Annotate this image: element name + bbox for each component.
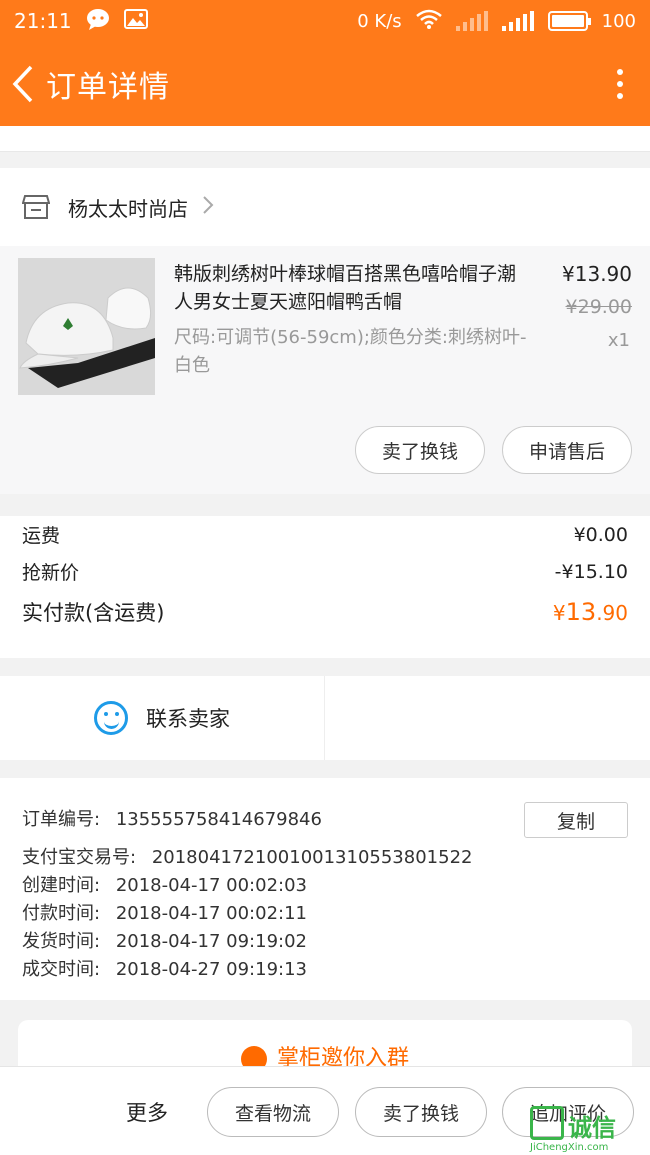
alipay-value: 2018041721001001310553801522	[151, 847, 473, 868]
shipped-value: 2018-04-17 09:19:02	[115, 931, 307, 952]
shipping-label: 运费	[22, 525, 61, 547]
paid-label: 付款时间:	[22, 903, 101, 924]
invite-section: 掌柜邀你入群	[0, 1002, 650, 1080]
more-dots-icon	[617, 69, 623, 75]
order-number-value: 1355557584146798​46	[115, 809, 322, 830]
sell-button[interactable]: 卖了换钱	[355, 426, 485, 474]
wifi-icon	[415, 9, 442, 34]
watermark-box-icon	[530, 1106, 564, 1140]
signal-icon-sim2	[501, 11, 534, 31]
discount-label: 抢新价	[22, 562, 80, 584]
total-currency: ¥	[552, 601, 566, 625]
fee-summary: 运费 ¥0.00 抢新价 -¥15.10 实付款(含运费) ¥13.90	[0, 516, 650, 658]
product-quantity: x1	[607, 330, 630, 351]
shipping-row: 运费 ¥0.00	[22, 516, 628, 553]
created-value: 2018-04-17 00:02:03	[115, 875, 307, 896]
paid-value: 2018-04-17 00:02:11	[115, 903, 307, 924]
shipped-row: 发货时间: 2018-04-17 09:19:02	[22, 928, 628, 956]
chat-bubble-icon	[86, 8, 110, 35]
product-title[interactable]: 韩版刺绣树叶棒球帽百搭黑色嘻哈帽子潮人男女士夏天遮阳帽鸭舌帽	[174, 260, 534, 316]
copy-button[interactable]: 复制	[524, 802, 628, 838]
total-value: ¥13.90	[553, 598, 628, 626]
contact-seller-button[interactable]: 联系卖家	[0, 676, 325, 760]
shop-name: 杨太太时尚店	[68, 196, 188, 221]
total-label: 实付款(含运费)	[22, 601, 165, 625]
watermark-url: JiChengXin.com	[530, 1142, 609, 1153]
completed-row: 成交时间: 2018-04-27 09:19:13	[22, 956, 628, 984]
order-number-label: 订单编号:	[22, 809, 101, 830]
alipay-row: 支付宝交易号: 2018041721001001310553801522	[22, 844, 628, 872]
completed-value: 2018-04-27 09:19:13	[115, 959, 307, 980]
contact-row: 联系卖家	[0, 676, 650, 760]
total-row: 实付款(含运费) ¥13.90	[22, 590, 628, 634]
product-spec: 尺码:可调节(56-59cm);颜色分类:刺绣树叶-白色	[174, 327, 527, 376]
battery-icon	[547, 11, 591, 31]
battery-fill	[551, 15, 584, 27]
store-icon	[22, 195, 50, 219]
product-image[interactable]	[18, 258, 155, 395]
total-dec: .90	[596, 601, 628, 625]
alipay-label: 支付宝交易号:	[22, 847, 137, 868]
shop-row[interactable]: 杨太太时尚店	[0, 168, 650, 246]
page-title: 订单详情	[46, 70, 170, 105]
smile-chat-icon	[94, 701, 128, 735]
net-speed: 0 K/s	[357, 10, 402, 32]
battery-level: 100	[601, 10, 636, 32]
header-spacer	[0, 126, 650, 152]
product-card[interactable]: 韩版刺绣树叶棒球帽百搭黑色嘻哈帽子潮人男女士夏天遮阳帽鸭舌帽 尺码:可调节(56…	[0, 246, 650, 494]
shipped-label: 发货时间:	[22, 931, 101, 952]
watermark-logo: 诚信 JiChengXin.com	[530, 1106, 640, 1153]
product-original-price: ¥29.00	[565, 296, 632, 318]
discount-value: -¥15.10	[554, 560, 628, 583]
chevron-left-icon	[12, 65, 33, 103]
clock: 21:11	[14, 9, 72, 33]
image-icon	[123, 8, 148, 34]
more-actions-button[interactable]: 更多	[126, 1097, 168, 1127]
discount-row: 抢新价 -¥15.10	[22, 553, 628, 590]
chevron-right-icon	[202, 192, 214, 222]
watermark-name: 诚信	[568, 1114, 616, 1142]
total-int: 13	[565, 598, 597, 626]
product-price: ¥13.90	[562, 262, 632, 286]
after-sale-button[interactable]: 申请售后	[502, 426, 632, 474]
back-button[interactable]	[0, 42, 46, 126]
sell-bottom-button[interactable]: 卖了换钱	[355, 1087, 487, 1137]
created-row: 创建时间: 2018-04-17 00:02:03	[22, 872, 628, 900]
more-menu-button[interactable]	[590, 42, 650, 126]
order-info: 订单编号: 1355557584146798​46 复制 支付宝交易号: 201…	[0, 778, 650, 1000]
created-label: 创建时间:	[22, 875, 101, 896]
status-bar: 21:11 0 K/s 100	[0, 0, 650, 42]
title-bar: 订单详情	[0, 42, 650, 126]
contact-seller-label: 联系卖家	[146, 707, 230, 731]
completed-label: 成交时间:	[22, 959, 101, 980]
paid-row: 付款时间: 2018-04-17 00:02:11	[22, 900, 628, 928]
view-logistics-button[interactable]: 查看物流	[207, 1087, 339, 1137]
shipping-value: ¥0.00	[573, 523, 628, 546]
signal-icon-sim1	[455, 11, 488, 31]
